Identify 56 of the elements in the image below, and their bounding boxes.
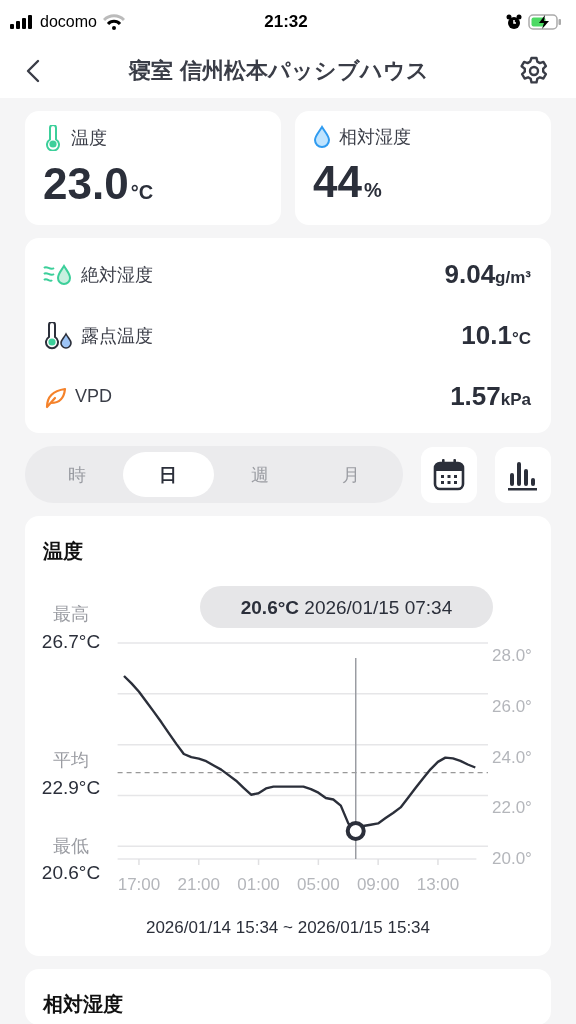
- stat-value: 26.7°C: [41, 631, 101, 652]
- stat-label: 最低: [53, 836, 89, 856]
- detail-value: 1.57: [450, 381, 501, 412]
- period-tab[interactable]: 日: [122, 452, 214, 497]
- status-time: 21:32: [264, 12, 308, 32]
- period-tab[interactable]: 週: [214, 452, 306, 497]
- card-title: 温度: [43, 539, 84, 564]
- axis-label: 26.0°: [492, 696, 532, 716]
- metric-value: 23.0: [43, 159, 129, 209]
- metric-label: 相対湿度: [339, 126, 411, 149]
- stat-value: 20.6°C: [41, 862, 101, 883]
- detail-label: 絶対湿度: [81, 263, 153, 287]
- detail-unit: g/m³: [495, 268, 531, 288]
- carrier-name: docomo: [40, 13, 97, 31]
- period-tab[interactable]: 月: [305, 452, 397, 497]
- card-title: 相対湿度: [43, 992, 124, 1017]
- axis-label: 09:00: [356, 875, 400, 894]
- thermometer-icon: [43, 125, 63, 151]
- axis-label: 01:00: [237, 875, 280, 894]
- tooltip-text: 20.6°C 2026/01/15 07:34: [240, 597, 453, 618]
- detail-value: 10.1: [461, 320, 512, 351]
- thermometer-drop-icon: [43, 321, 73, 350]
- axis-label: 05:00: [297, 875, 340, 894]
- metric-unit: °C: [130, 181, 154, 204]
- axis-label: 20.0°: [492, 849, 532, 869]
- bar-chart-button[interactable]: [495, 446, 551, 503]
- signal-icon: [10, 15, 34, 29]
- alarm-icon: [506, 14, 522, 30]
- metric-value: 44: [313, 157, 362, 207]
- settings-button[interactable]: [518, 55, 550, 87]
- stat-label: 平均: [53, 750, 89, 770]
- axis-label: 28.0°: [492, 646, 532, 665]
- stat-value: 22.9°C: [41, 777, 101, 798]
- stat-label: 最高: [53, 604, 89, 624]
- date-range: 2026/01/14 15:34 ~ 2026/01/15 15:34: [145, 918, 431, 937]
- water-drop-icon: [313, 125, 331, 149]
- axis-label: 22.0°: [492, 798, 532, 818]
- period-tab[interactable]: 時: [31, 452, 123, 497]
- axis-label: 13:00: [416, 875, 460, 894]
- detail-label: VPD: [75, 386, 112, 407]
- axis-label: 21:00: [177, 875, 220, 894]
- calendar-button[interactable]: [421, 446, 477, 503]
- detail-value: 9.04: [444, 259, 496, 290]
- detail-unit: °C: [511, 329, 531, 349]
- wifi-icon: [102, 14, 125, 30]
- cursor-point: [345, 821, 366, 842]
- battery-icon: [528, 14, 562, 30]
- detail-label: 露点温度: [81, 324, 153, 348]
- screen-title: 寝室 信州松本パッシブハウス: [129, 57, 429, 85]
- axis-label: 17:00: [117, 875, 161, 894]
- metric-unit: %: [363, 179, 382, 202]
- axis-label: 24.0°: [492, 747, 532, 767]
- back-button[interactable]: [26, 59, 40, 83]
- metric-label: 温度: [71, 127, 107, 150]
- detail-unit: kPa: [500, 390, 531, 410]
- calendar-icon: [432, 457, 466, 492]
